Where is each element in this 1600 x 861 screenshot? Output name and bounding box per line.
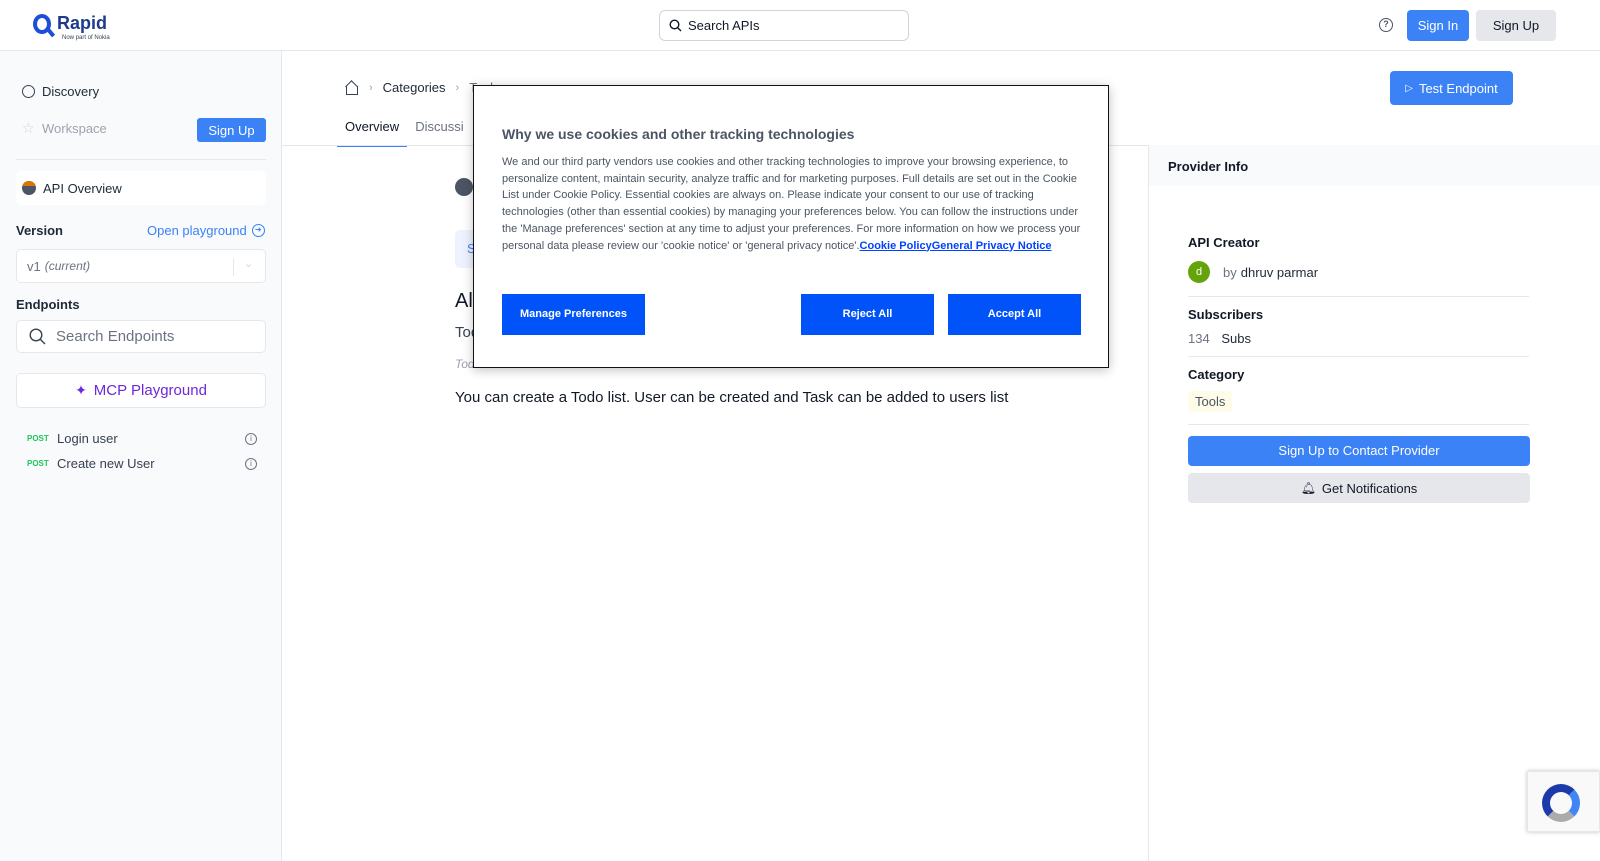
accept-all-button[interactable]: Accept All xyxy=(948,294,1081,335)
content-heading: Al xyxy=(455,290,473,312)
search-endpoints-input[interactable]: Search Endpoints xyxy=(16,320,266,353)
question-circle-icon[interactable]: ? xyxy=(1379,18,1393,32)
search-apis-placeholder: Search APIs xyxy=(688,18,760,33)
recaptcha-badge[interactable] xyxy=(1527,771,1600,832)
api-overview-label: API Overview xyxy=(43,180,122,196)
endpoint-method: POST xyxy=(27,459,49,468)
panel-divider xyxy=(1188,356,1529,357)
compass-icon xyxy=(22,85,35,98)
recaptcha-icon xyxy=(1542,784,1580,822)
reject-all-button[interactable]: Reject All xyxy=(801,294,934,335)
info-icon[interactable]: i xyxy=(245,457,257,470)
sparkles-icon: ✦ xyxy=(75,382,87,398)
sidebar-divider xyxy=(16,159,266,160)
creator-name: dhruv parmar xyxy=(1240,264,1319,280)
version-value: v1 xyxy=(27,258,41,274)
test-endpoint-button[interactable]: ▷ Test Endpoint xyxy=(1390,71,1513,105)
content-italic-text: Tod xyxy=(455,357,475,371)
bell-icon: 🔔︎ xyxy=(1300,481,1316,495)
subscribers-unit: Subs xyxy=(1221,331,1251,346)
logo-name: Rapid xyxy=(57,13,108,33)
sign-in-button[interactable]: Sign In xyxy=(1407,10,1469,41)
endpoint-method: POST xyxy=(27,434,49,443)
cookie-consent-dialog: Why we use cookies and other tracking te… xyxy=(473,85,1109,368)
chevron-right-icon: › xyxy=(369,81,373,94)
arrow-right-circle-icon: ➜ xyxy=(251,224,265,237)
avatar: d xyxy=(1188,261,1210,283)
provider-info-panel: Provider Info API Creator d by dhruv par… xyxy=(1148,145,1600,861)
version-label: Version xyxy=(16,223,63,238)
endpoint-name: Login user xyxy=(57,431,118,446)
logo-subtitle: Now part of Nokia xyxy=(62,35,110,41)
category-label: Category xyxy=(1188,367,1245,382)
mcp-playground-button[interactable]: ✦ MCP Playground xyxy=(16,373,266,408)
sidebar-item-discovery[interactable]: Discovery xyxy=(22,84,99,99)
endpoint-item[interactable]: POST Create new User i xyxy=(27,456,267,471)
privacy-notice-link[interactable]: General Privacy Notice xyxy=(932,240,1052,252)
star-icon: ☆ xyxy=(22,120,35,136)
tab-discussions[interactable]: Discussi xyxy=(407,108,471,147)
info-icon[interactable]: i xyxy=(245,432,257,445)
endpoint-item[interactable]: POST Login user i xyxy=(27,431,267,446)
sidebar-item-label: Discovery xyxy=(42,84,100,99)
select-separator xyxy=(233,258,234,276)
category-tag[interactable]: Tools xyxy=(1188,391,1233,412)
home-icon[interactable] xyxy=(345,81,359,95)
cookie-body-text: We and our third party vendors use cooki… xyxy=(502,156,1081,252)
get-notifications-label: Get Notifications xyxy=(1321,480,1418,496)
subscribers-count: 134 Subs xyxy=(1188,331,1251,346)
by-label: by xyxy=(1223,264,1237,280)
contact-provider-button[interactable]: Sign Up to Contact Provider xyxy=(1188,436,1530,466)
chevron-right-icon: › xyxy=(455,81,460,94)
version-current-tag: (current) xyxy=(44,259,91,273)
subscribers-label: Subscribers xyxy=(1188,307,1264,322)
open-playground-label: Open playground xyxy=(147,223,247,238)
top-bar: Rapid Now part of Nokia Search APIs ? Si… xyxy=(0,0,1600,51)
sign-up-button[interactable]: Sign Up xyxy=(1476,10,1556,41)
api-overview-item[interactable]: API Overview xyxy=(16,171,266,205)
breadcrumb-item[interactable]: Categories xyxy=(383,80,446,95)
api-creator-label: API Creator xyxy=(1188,235,1260,250)
play-icon: ▷ xyxy=(1405,82,1413,94)
sidebar-sign-up-button[interactable]: Sign Up xyxy=(197,118,266,142)
panel-divider xyxy=(1188,296,1529,297)
provider-info-title: Provider Info xyxy=(1149,145,1600,186)
get-notifications-button[interactable]: 🔔︎ Get Notifications xyxy=(1188,473,1530,503)
tab-overview[interactable]: Overview xyxy=(337,108,408,147)
cookie-title: Why we use cookies and other tracking te… xyxy=(502,126,855,142)
sidebar-item-label: Workspace xyxy=(42,121,107,136)
version-select[interactable]: v1 (current) ⌄ xyxy=(16,249,266,283)
api-creator[interactable]: d by dhruv parmar xyxy=(1188,261,1318,283)
chevron-down-icon: ⌄ xyxy=(244,258,254,270)
panel-divider xyxy=(1188,424,1529,425)
search-icon xyxy=(29,328,46,345)
tab-bar: Overview Discussi xyxy=(337,108,472,147)
sidebar: Discovery ☆ Workspace Sign Up API Overvi… xyxy=(0,51,282,861)
search-apis-input[interactable]: Search APIs xyxy=(659,10,909,41)
search-endpoints-placeholder: Search Endpoints xyxy=(56,328,175,345)
open-playground-link[interactable]: Open playground ➜ xyxy=(147,223,265,238)
api-description: You can create a Todo list. User can be … xyxy=(455,389,1009,406)
endpoints-label: Endpoints xyxy=(16,297,80,312)
rapid-logo[interactable]: Rapid Now part of Nokia xyxy=(33,14,110,42)
rapid-logo-icon xyxy=(33,14,51,34)
manage-preferences-button[interactable]: Manage Preferences xyxy=(502,294,645,335)
sidebar-item-workspace[interactable]: ☆ Workspace xyxy=(22,121,107,136)
search-icon xyxy=(669,19,682,32)
api-logo xyxy=(455,178,473,196)
api-thumbnail-icon xyxy=(22,181,36,195)
cookie-body: We and our third party vendors use cooki… xyxy=(502,154,1084,254)
subscribers-number: 134 xyxy=(1188,331,1210,346)
test-endpoint-label: Test Endpoint xyxy=(1418,80,1498,96)
mcp-playground-label: MCP Playground xyxy=(93,382,207,399)
endpoint-name: Create new User xyxy=(57,456,155,471)
cookie-policy-link[interactable]: Cookie Policy xyxy=(860,240,932,252)
